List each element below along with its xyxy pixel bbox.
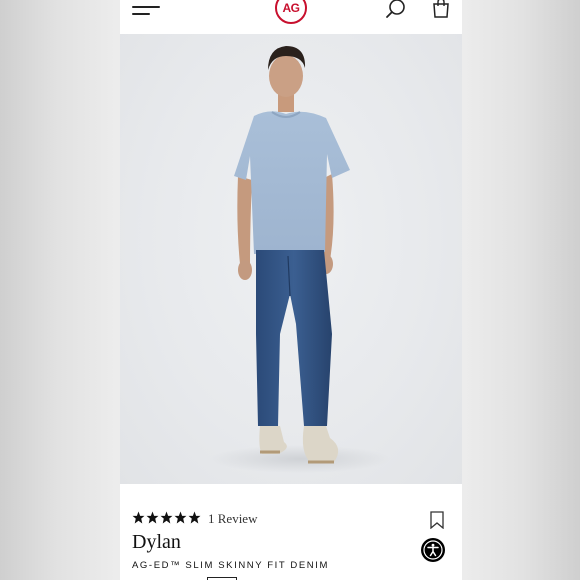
star-icon: [132, 511, 145, 524]
accessibility-icon[interactable]: [421, 538, 445, 562]
star-icon: [146, 511, 159, 524]
model-photo: [210, 46, 390, 473]
product-image[interactable]: [120, 34, 462, 484]
bookmark-icon[interactable]: [430, 511, 444, 530]
hamburger-menu-icon[interactable]: [132, 6, 160, 16]
shopping-bag-icon[interactable]: [430, 0, 452, 19]
star-rating[interactable]: [132, 511, 201, 525]
brand-logo[interactable]: AG: [275, 0, 307, 24]
product-details: 1 Review Dylan AG-ED™ SLIM SKINNY FIT DE…: [120, 484, 462, 580]
search-icon[interactable]: [385, 0, 407, 20]
product-name: Dylan: [132, 531, 181, 553]
star-icon: [174, 511, 187, 524]
product-subtitle: AG-ED™ SLIM SKINNY FIT DENIM: [132, 560, 329, 571]
star-icon: [188, 511, 201, 524]
site-header: AG: [120, 0, 462, 34]
review-count-link[interactable]: 1 Review: [208, 511, 257, 526]
star-icon: [160, 511, 173, 524]
mobile-viewport: AG 1 Review Dylan AG-ED™ SLIM SKINNY FIT…: [120, 0, 462, 580]
